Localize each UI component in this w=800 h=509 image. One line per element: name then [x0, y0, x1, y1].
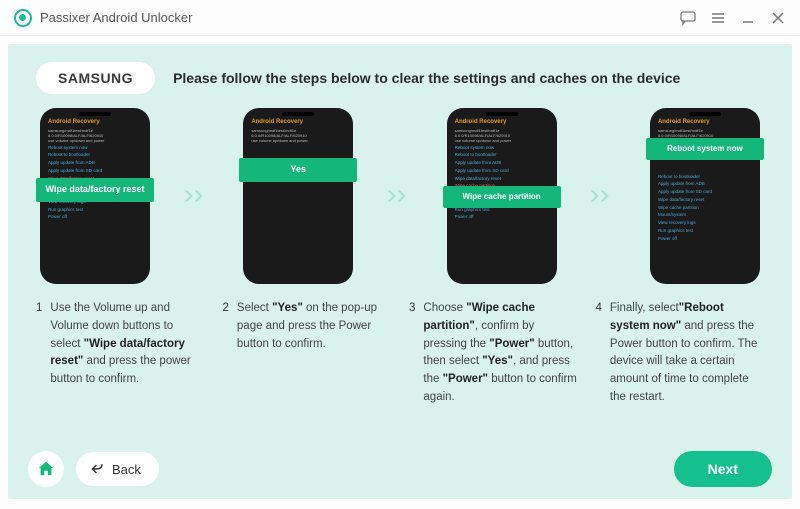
main-content: SAMSUNG Please follow the steps below to…	[8, 44, 792, 499]
back-label: Back	[112, 462, 141, 477]
phone-illustrations: Android Recovery samsung/mdf1test/mdf1e6…	[36, 108, 764, 284]
titlebar: Passixer Android Unlocker	[0, 0, 800, 36]
next-button[interactable]: Next	[674, 451, 772, 487]
app-logo-icon	[14, 9, 32, 27]
arrow-icon	[386, 182, 414, 210]
step-1: 1Use the Volume up and Volume down butto…	[36, 300, 205, 407]
app-title: Passixer Android Unlocker	[40, 10, 680, 25]
badge-yes: Yes	[239, 158, 357, 182]
step-2: 2Select "Yes" on the pop-up page and pre…	[223, 300, 392, 407]
steps-text: 1Use the Volume up and Volume down butto…	[36, 300, 764, 407]
badge-reboot: Reboot system now	[646, 138, 764, 160]
badge-wipe-data: Wipe data/factory reset	[36, 178, 154, 202]
menu-icon[interactable]	[710, 10, 726, 26]
phone-step-2: Android Recovery samsung/mdf1test/mdf1e6…	[243, 108, 353, 284]
arrow-icon	[183, 182, 211, 210]
page-subtitle: Please follow the steps below to clear t…	[173, 70, 680, 86]
phone-step-1: Android Recovery samsung/mdf1test/mdf1e6…	[40, 108, 150, 284]
brand-pill: SAMSUNG	[36, 62, 155, 94]
next-label: Next	[708, 461, 738, 477]
step-3: 3Choose "Wipe cache partition", confirm …	[409, 300, 578, 407]
phone-step-4: Android Recovery samsung/mdf1test/mdf1e6…	[650, 108, 760, 284]
minimize-icon[interactable]	[740, 10, 756, 26]
back-button[interactable]: Back	[76, 452, 159, 486]
arrow-icon	[589, 182, 617, 210]
phone-step-3: Android Recovery samsung/mdf1test/mdf1e6…	[447, 108, 557, 284]
chat-icon[interactable]	[680, 10, 696, 26]
home-button[interactable]	[28, 451, 64, 487]
badge-wipe-cache: Wipe cache partition	[443, 186, 561, 208]
step-4: 4Finally, select"Reboot system now" and …	[596, 300, 765, 407]
close-icon[interactable]	[770, 10, 786, 26]
